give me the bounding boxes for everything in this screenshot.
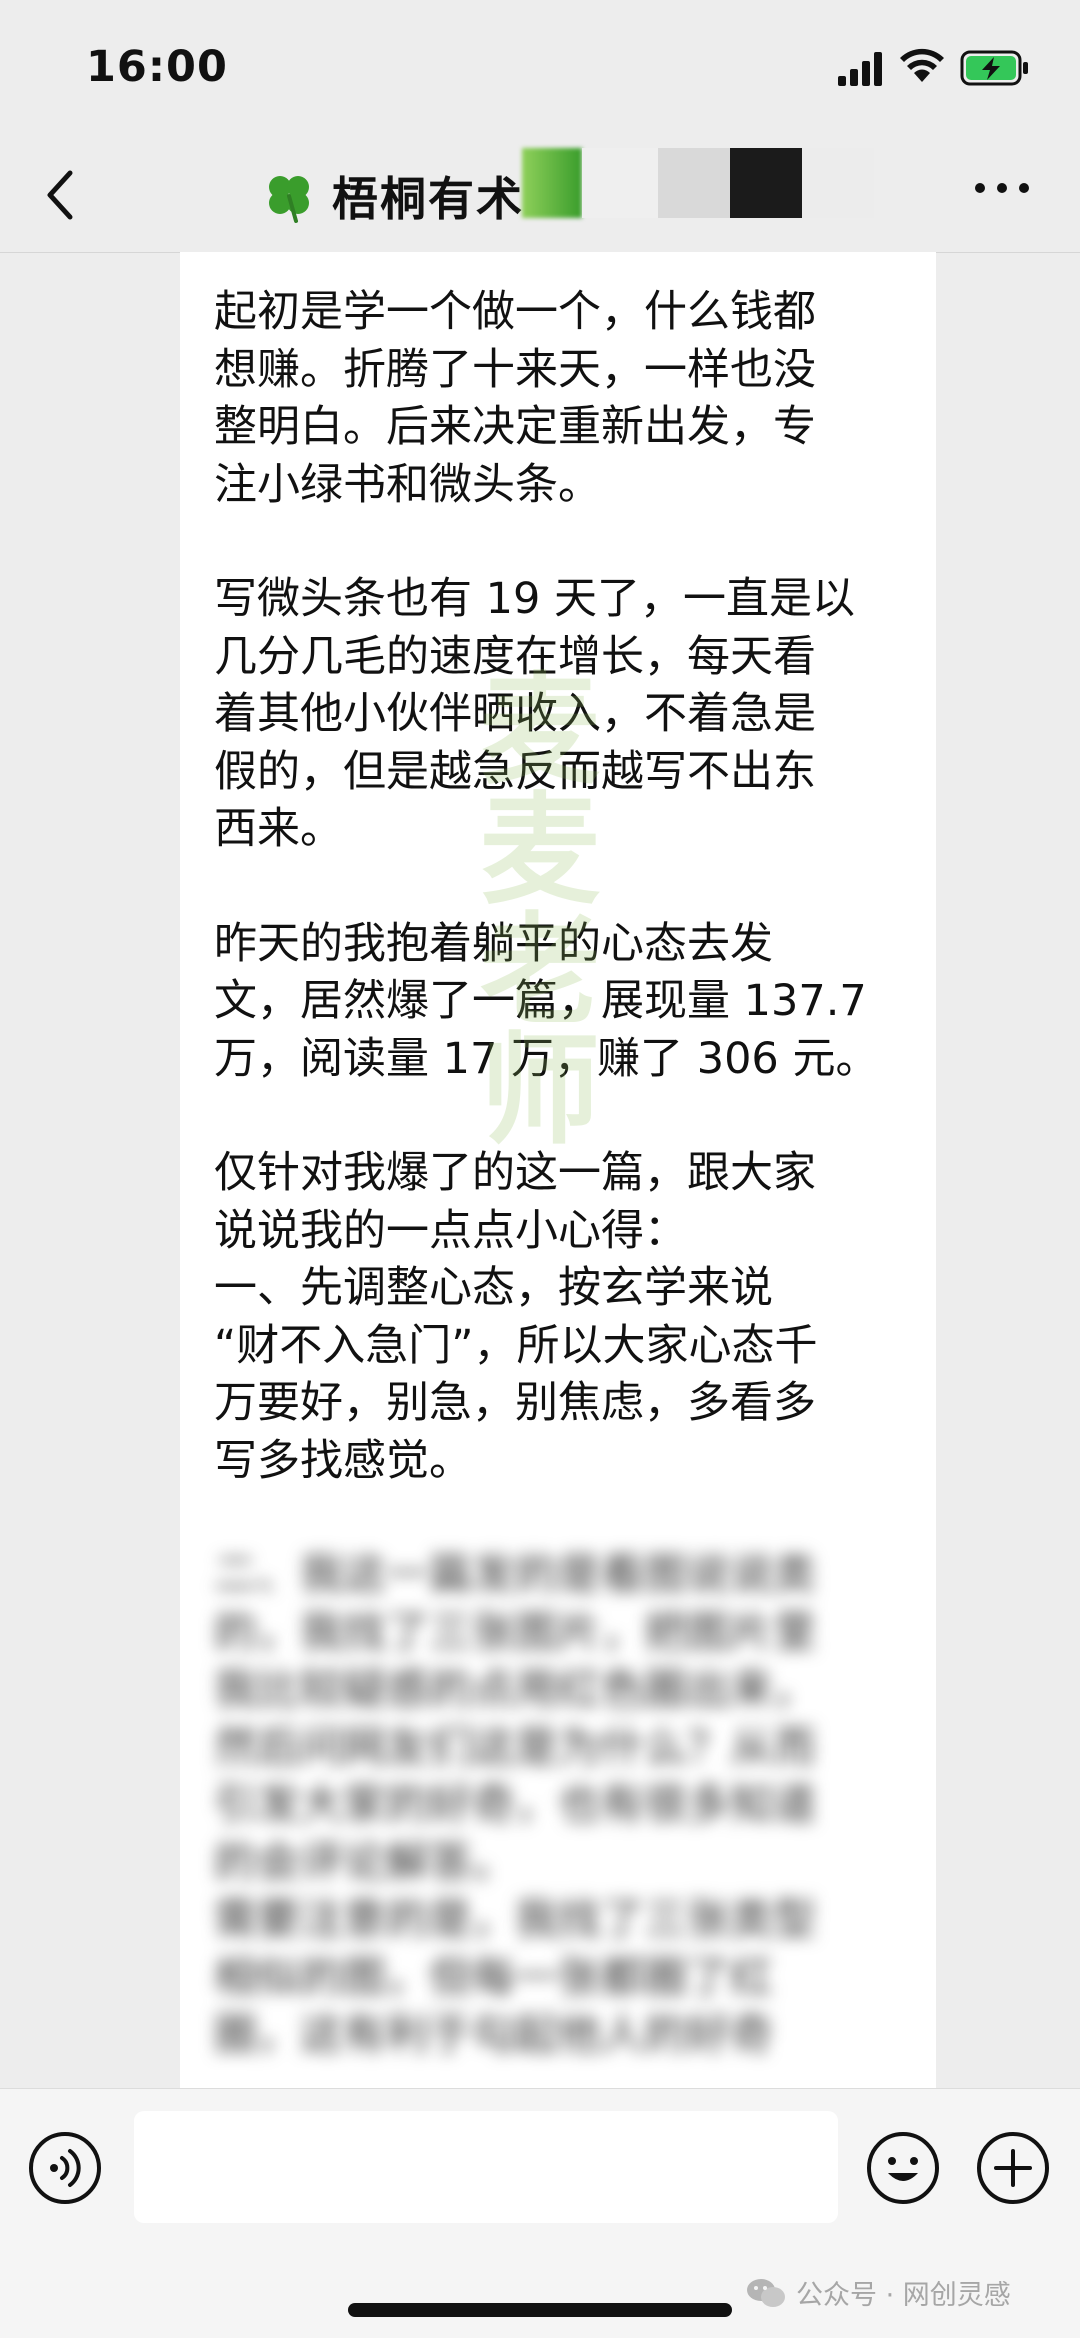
more-options-icon[interactable] (972, 178, 1032, 198)
source-watermark: 公众号 · 网创灵感 (746, 2273, 1011, 2312)
add-attachment-icon[interactable] (976, 2131, 1050, 2205)
nav-title: 梧桐有术 (332, 172, 524, 226)
message-paragraph: 起初是学一个做一个，什么钱都 想赚。折腾了十来天，一样也没 整明白。后来决定重新… (214, 287, 816, 510)
emoji-icon[interactable] (866, 2131, 940, 2205)
back-icon[interactable] (40, 165, 80, 225)
home-indicator[interactable] (348, 2303, 732, 2317)
blurred-paragraph: 二、我这一篇发的是看图说说类 的，我找了三张图片，把图片里 我比较疑惑的点用红色… (214, 1550, 816, 2060)
message-bubble[interactable]: 起初是学一个做一个，什么钱都 想赚。折腾了十来天，一样也没 整明白。后来决定重新… (180, 252, 936, 2088)
status-bar: 16:00 (0, 0, 1080, 140)
redaction-light (582, 148, 658, 218)
input-bar: 公众号 · 网创灵感 (0, 2088, 1080, 2338)
blurred-section: 二、我这一篇发的是看图说说类 的，我找了三张图片，把图片里 我比较疑惑的点用红色… (214, 1547, 914, 2065)
redaction-light-2 (802, 148, 874, 218)
voice-input-icon[interactable] (28, 2131, 102, 2205)
redaction-black (730, 148, 802, 218)
battery-charging-icon (960, 50, 1028, 86)
message-input[interactable] (134, 2111, 838, 2223)
cellular-signal-icon (838, 52, 882, 86)
message-paragraph: 昨天的我抱着躺平的心态去发 文，居然爆了一篇，展现量 137.7 万，阅读量 1… (214, 918, 879, 1084)
wechat-icon (747, 2278, 785, 2307)
message-paragraph: 仅针对我爆了的这一篇，跟大家 说说我的一点点小心得： 一、先调整心态，按玄学来说… (214, 1148, 818, 1486)
message-text: 起初是学一个做一个，什么钱都 想赚。折腾了十来天，一样也没 整明白。后来决定重新… (214, 284, 914, 2065)
wifi-icon (900, 48, 944, 82)
message-paragraph: 写微头条也有 19 天了，一直是以 几分几毛的速度在增长，每天看 着其他小伙伴晒… (214, 574, 856, 854)
redaction-green (522, 148, 582, 218)
redaction-gray (658, 148, 730, 218)
clover-icon (269, 176, 309, 223)
status-time: 16:00 (86, 42, 228, 92)
nav-title-group[interactable]: 梧桐有术 (262, 150, 524, 242)
source-watermark-text: 公众号 · 网创灵感 (796, 2280, 1011, 2311)
